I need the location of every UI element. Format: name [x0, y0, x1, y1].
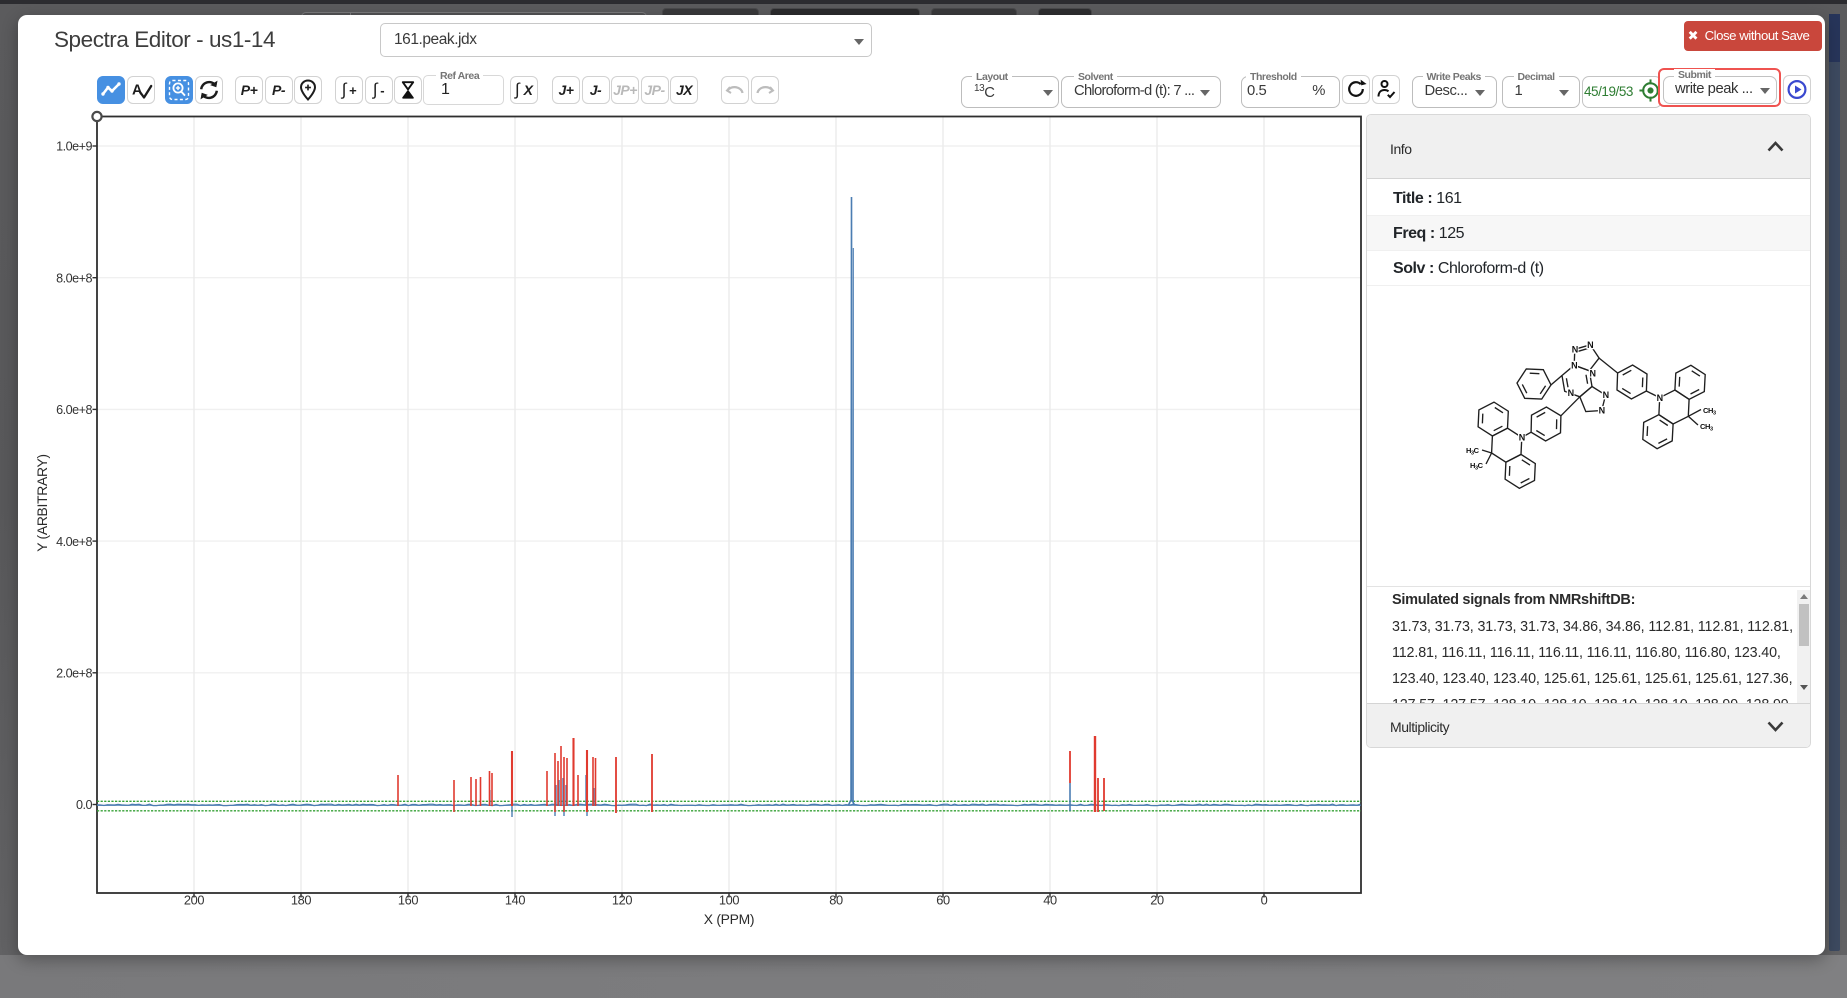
svg-text:N: N — [1587, 340, 1593, 350]
svg-text:N: N — [1519, 433, 1525, 443]
svg-text:N: N — [1657, 393, 1663, 403]
svg-text:N: N — [1589, 369, 1595, 379]
svg-text:A: A — [132, 82, 143, 98]
svg-text:CH3: CH3 — [1700, 422, 1713, 433]
svg-text:N: N — [1603, 390, 1609, 400]
svg-text:H3C: H3C — [1470, 461, 1484, 472]
svg-text:H3C: H3C — [1466, 446, 1480, 457]
svg-text:N: N — [1572, 345, 1578, 355]
svg-text:N: N — [1568, 388, 1574, 398]
svg-text:N: N — [1571, 360, 1577, 370]
svg-text:N: N — [1599, 406, 1605, 416]
svg-text:CH3: CH3 — [1703, 406, 1716, 417]
